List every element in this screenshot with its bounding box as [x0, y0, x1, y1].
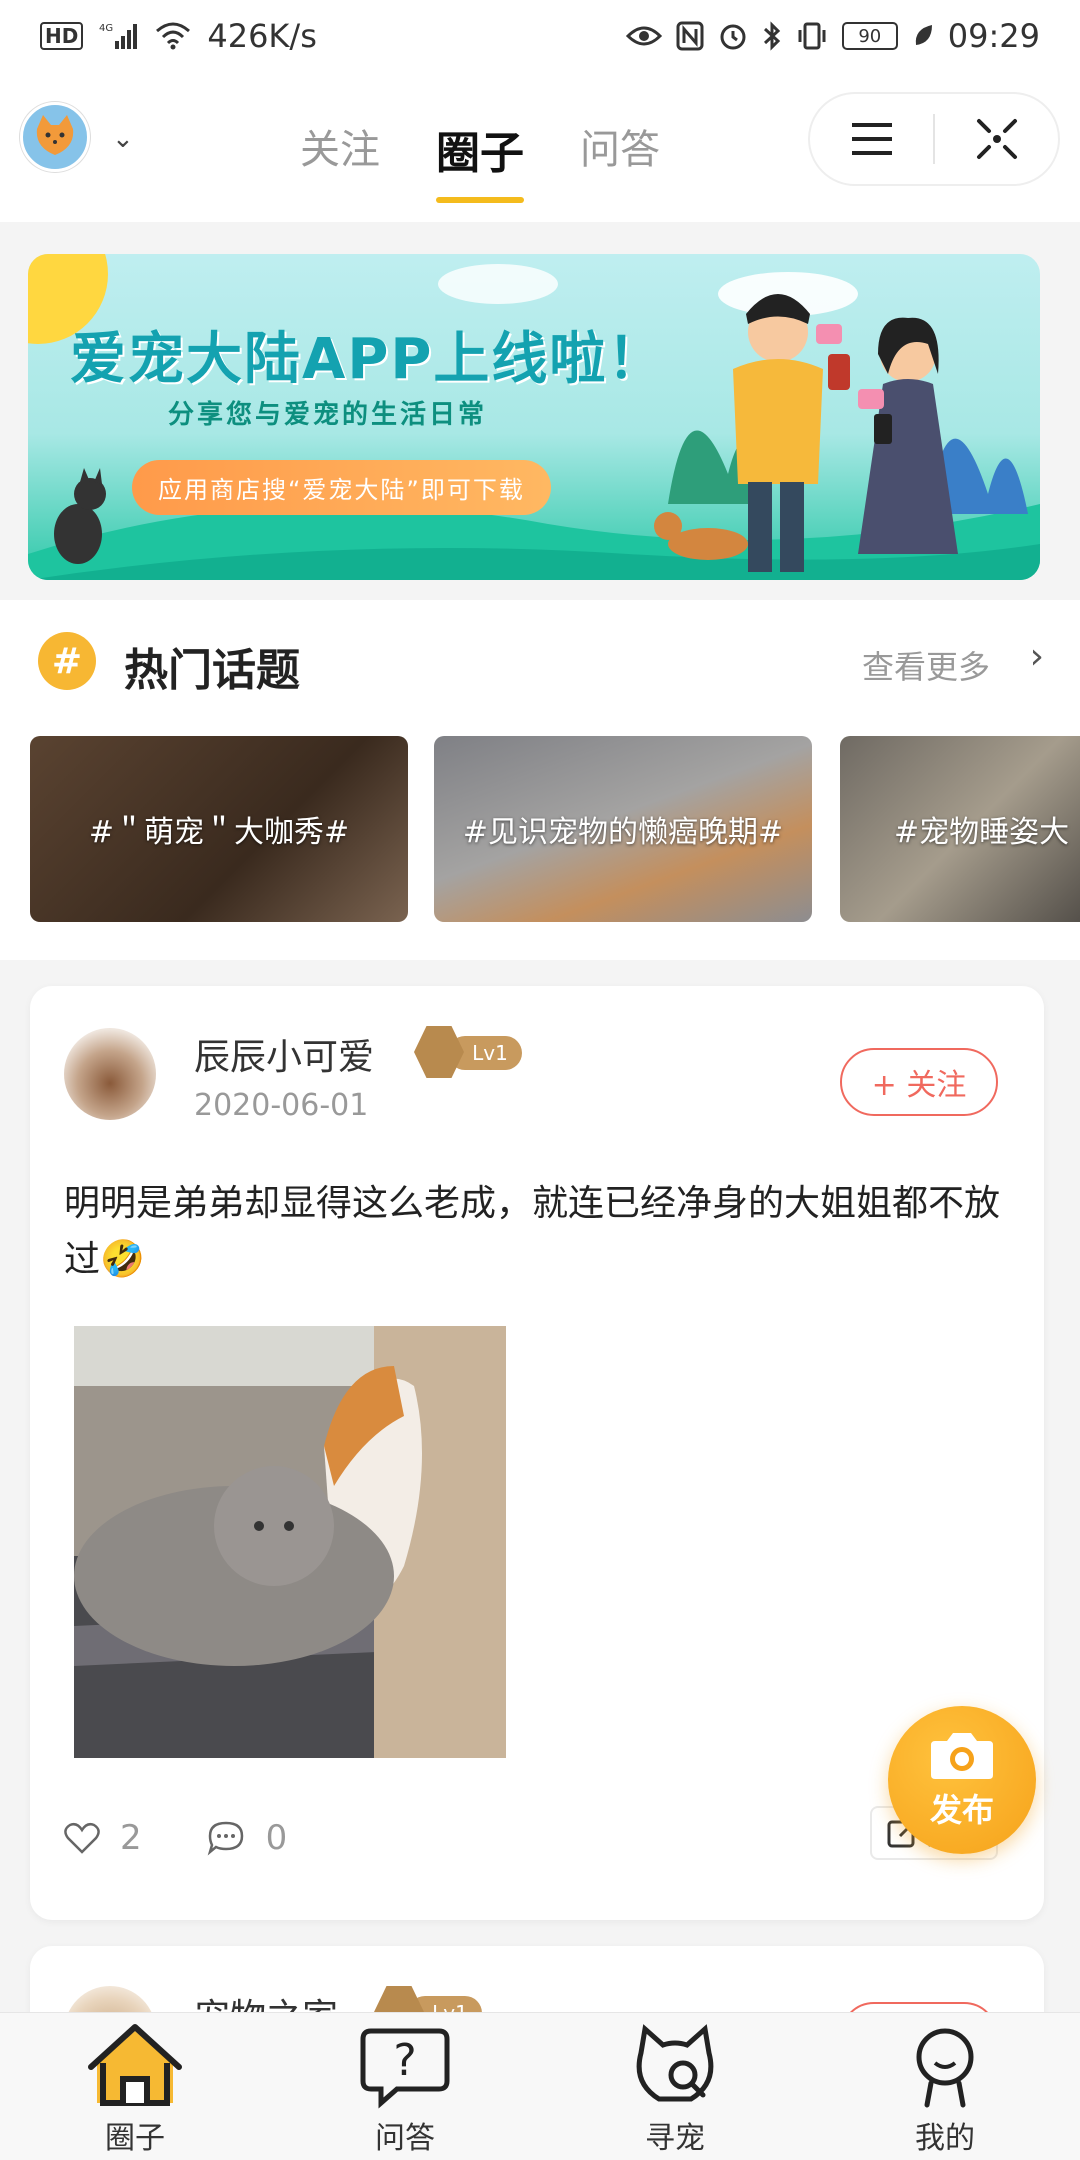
post-date: 2020-06-01	[194, 1088, 369, 1123]
promo-banner[interactable]: 爱宠大陆APP上线啦！ 分享您与爱宠的生活日常 应用商店搜“爱宠大陆”即可下载	[28, 254, 1040, 580]
post-avatar[interactable]	[64, 1028, 156, 1120]
topic-label: #宠物睡姿大	[894, 815, 1070, 850]
leaf-icon	[912, 23, 934, 49]
wifi-icon	[155, 21, 191, 51]
publish-label: 发布	[929, 1791, 994, 1829]
hot-topics-title: 热门话题	[124, 645, 300, 696]
tab-following[interactable]: 关注	[300, 117, 380, 181]
nav-label: 寻宠	[645, 2121, 705, 2156]
user-avatar[interactable]	[20, 102, 90, 172]
girl-figure	[858, 317, 958, 554]
post-actions: 2 0	[64, 1818, 331, 1858]
cats-photo	[74, 1326, 506, 1758]
topic-card[interactable]: #＂萌宠＂大咖秀#	[30, 736, 408, 922]
home-icon	[88, 2024, 182, 2106]
topic-card[interactable]: #宠物睡姿大	[840, 736, 1080, 922]
tab-circle[interactable]: 圈子	[436, 117, 524, 203]
hashtag-icon: #	[38, 632, 96, 690]
comment-icon[interactable]	[206, 1820, 246, 1856]
nav-label: 圈子	[105, 2121, 165, 2156]
level-shield-icon	[414, 1026, 464, 1078]
cat-figure	[54, 468, 106, 564]
topic-card[interactable]: #见识宠物的懒癌晚期#	[434, 736, 812, 922]
bluetooth-icon	[762, 21, 782, 51]
camera-icon	[931, 1733, 993, 1779]
profile-icon	[916, 2028, 974, 2108]
battery-icon: 90	[841, 22, 898, 50]
top-header: ⌄ 关注 圈子 问答	[0, 72, 1080, 222]
nav-item-circle[interactable]: 圈子	[0, 2013, 270, 2160]
nav-item-qa[interactable]: ? 问答	[270, 2013, 540, 2160]
nav-item-find-pet[interactable]: 寻宠	[540, 2013, 810, 2160]
topic-label: #＂萌宠＂大咖秀#	[88, 815, 350, 850]
topic-label: #见识宠物的懒癌晚期#	[462, 815, 784, 850]
post-username[interactable]: 辰辰小可爱	[194, 1028, 374, 1080]
hot-topics-header: # 热门话题 查看更多 ›	[0, 600, 1080, 720]
post-text: 明明是弟弟却显得这么老成，就连已经净身的大姐姐都不放过🤣	[64, 1183, 1001, 1280]
tab-qa[interactable]: 问答	[580, 117, 660, 181]
cat-search-icon	[636, 2024, 714, 2102]
signal-icon: 4G	[99, 21, 139, 51]
nfc-icon	[676, 21, 704, 51]
hd-icon: HD	[40, 22, 84, 50]
miniapp-capsule	[808, 92, 1060, 186]
close-miniapp-button[interactable]	[935, 94, 1058, 184]
status-bar: HD 4G 426K/s 90 09:29	[0, 0, 1080, 72]
level-badge: Lv1	[414, 1026, 524, 1078]
nav-label: 问答	[375, 2121, 435, 2156]
alarm-icon	[718, 21, 748, 51]
svg-text:4G: 4G	[99, 23, 113, 34]
eye-icon	[625, 24, 662, 48]
vibrate-icon	[796, 21, 828, 51]
comment-count: 0	[265, 1818, 288, 1858]
nav-label: 我的	[915, 2121, 975, 2156]
like-heart-icon[interactable]	[64, 1822, 100, 1854]
bottom-nav: 圈子 ? 问答 寻宠 我的	[0, 2012, 1080, 2160]
menu-button[interactable]	[810, 94, 933, 184]
like-count: 2	[120, 1818, 142, 1858]
question-bubble-icon: ?	[360, 2028, 450, 2109]
see-more-link[interactable]: 查看更多	[862, 642, 990, 688]
publish-button[interactable]: 发布	[888, 1706, 1036, 1854]
follow-button[interactable]: + 关注	[840, 1048, 998, 1116]
nav-item-me[interactable]: 我的	[810, 2013, 1080, 2160]
fox-avatar-icon	[25, 107, 85, 167]
app-screen: HD 4G 426K/s 90 09:29 ⌄ 关注 圈子 问答 爱宠大陆APP…	[0, 0, 1080, 2160]
account-dropdown-chevron-icon[interactable]: ⌄	[112, 124, 134, 154]
top-tabs: 关注 圈子 问答	[300, 117, 660, 203]
menu-icon	[851, 123, 892, 155]
banner-title: 爱宠大陆APP上线啦！	[70, 327, 666, 392]
network-speed: 426K/s	[207, 17, 317, 55]
banner-subtitle: 分享您与爱宠的生活日常	[168, 400, 488, 430]
chevron-right-icon[interactable]: ›	[1030, 636, 1044, 677]
clock: 09:29	[947, 17, 1040, 55]
close-target-icon	[976, 119, 1017, 159]
svg-text:?: ?	[393, 2035, 416, 2086]
hot-topics-list: #＂萌宠＂大咖秀# #见识宠物的懒癌晚期# #宠物睡姿大	[0, 720, 1080, 960]
banner-cta: 应用商店搜“爱宠大陆”即可下载	[132, 460, 551, 515]
post-image[interactable]	[74, 1326, 506, 1758]
